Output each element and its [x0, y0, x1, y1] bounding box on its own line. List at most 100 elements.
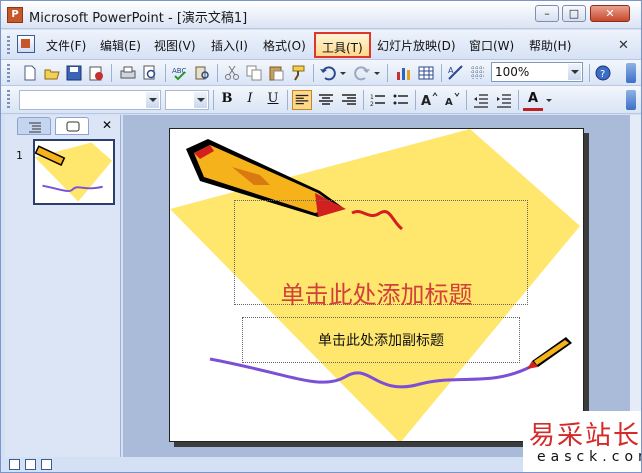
undo-icon[interactable] [319, 64, 337, 82]
menu-view[interactable]: 视图(V) [154, 37, 196, 54]
help-icon[interactable]: ? [594, 64, 612, 82]
show-grid-icon[interactable] [469, 64, 487, 82]
menu-file[interactable]: 文件(F) [46, 37, 86, 54]
toolbar-separator [589, 64, 590, 82]
font-size-dropdown-icon[interactable] [194, 92, 207, 108]
toolbar-separator [363, 90, 364, 110]
slide-editing-area: 单击此处添加标题 单击此处添加副标题 [123, 115, 641, 457]
toolbar-separator [287, 90, 288, 110]
print-icon[interactable] [119, 64, 137, 82]
watermark-cn: 易采站长站 [529, 421, 642, 451]
menubar-grip[interactable] [7, 36, 10, 54]
font-size-combobox[interactable] [165, 90, 209, 110]
window-title: Microsoft PowerPoint - [演示文稿1] [29, 11, 248, 26]
align-left-icon[interactable] [292, 90, 312, 110]
tab-outline[interactable] [17, 117, 51, 135]
spelling-icon[interactable]: ABC [171, 64, 189, 82]
outline-icon [29, 122, 41, 133]
toolbar-separator [213, 90, 214, 110]
insert-chart-icon[interactable] [395, 64, 413, 82]
maximize-button[interactable]: □ [562, 5, 586, 22]
svg-text:2: 2 [370, 101, 374, 108]
svg-text:A: A [445, 97, 453, 108]
align-center-icon[interactable] [317, 91, 335, 109]
slides-icon [66, 121, 80, 132]
svg-text:1: 1 [370, 94, 374, 101]
new-icon[interactable] [21, 64, 39, 82]
slide-number: 1 [16, 149, 23, 162]
title-bar[interactable]: P Microsoft PowerPoint - [演示文稿1] – □ ✕ [1, 1, 641, 29]
tab-slides[interactable] [55, 117, 89, 135]
open-icon[interactable] [43, 64, 61, 82]
font-name-dropdown-icon[interactable] [146, 92, 159, 108]
save-icon[interactable] [65, 64, 83, 82]
toolbar-grip[interactable] [7, 64, 10, 82]
toolbar-separator [415, 90, 416, 110]
bullets-icon[interactable] [392, 91, 410, 109]
small-pencil-icon [527, 337, 572, 369]
font-color-button[interactable]: A [523, 91, 543, 111]
slide-sorter-view-icon[interactable] [25, 459, 36, 470]
menu-edit[interactable]: 编辑(E) [100, 37, 141, 54]
document-close-icon[interactable]: ✕ [618, 38, 629, 53]
insert-diagram-icon[interactable]: A [447, 64, 465, 82]
slide-thumbnail[interactable] [33, 139, 115, 205]
pane-close-icon[interactable]: ✕ [102, 118, 112, 132]
toolbar-separator [165, 64, 166, 82]
document-menu-icon[interactable] [17, 35, 35, 53]
menu-help[interactable]: 帮助(H) [529, 37, 571, 54]
print-preview-icon[interactable] [141, 64, 159, 82]
align-right-icon[interactable] [340, 91, 358, 109]
numbering-icon[interactable]: 12 [369, 91, 387, 109]
pane-tabs: ✕ [9, 117, 119, 135]
zoom-combobox[interactable]: 100% [491, 62, 583, 82]
svg-text:A: A [448, 66, 454, 75]
menu-slideshow[interactable]: 幻灯片放映(D) [377, 37, 456, 54]
slide-subtitle-text[interactable]: 单击此处添加副标题 [243, 330, 519, 350]
toolbar-separator [111, 64, 112, 82]
decrease-font-size-icon[interactable]: A [443, 90, 461, 108]
zoom-dropdown-icon[interactable] [568, 64, 581, 80]
menu-format[interactable]: 格式(O) [263, 37, 306, 54]
underline-button[interactable]: U [263, 91, 283, 109]
italic-button[interactable]: I [240, 91, 260, 109]
toolbar-separator [217, 64, 218, 82]
formatting-toolbar: B I U 12 A A A [1, 86, 641, 114]
cut-icon[interactable] [223, 64, 241, 82]
powerpoint-app-icon[interactable]: P [7, 7, 23, 23]
permission-icon[interactable] [87, 64, 105, 82]
close-button[interactable]: ✕ [590, 5, 630, 22]
toolbar-options-icon[interactable] [626, 63, 636, 83]
menu-window[interactable]: 窗口(W) [469, 37, 514, 54]
subtitle-placeholder[interactable]: 单击此处添加副标题 [242, 317, 520, 363]
slide-title-text[interactable]: 单击此处添加标题 [170, 275, 583, 310]
slide-canvas[interactable]: 单击此处添加标题 单击此处添加副标题 [169, 128, 584, 442]
toolbar-grip[interactable] [7, 90, 10, 110]
toolbar-separator [441, 64, 442, 82]
font-color-dropdown-icon[interactable] [545, 91, 553, 109]
increase-font-size-icon[interactable]: A [420, 90, 438, 108]
menu-tools[interactable]: 工具(T) [314, 32, 371, 58]
research-icon[interactable] [193, 64, 211, 82]
toolbar-options-icon[interactable] [626, 90, 636, 110]
normal-view-icon[interactable] [9, 459, 20, 470]
copy-icon[interactable] [245, 64, 263, 82]
font-name-combobox[interactable] [19, 90, 161, 110]
toolbar-separator [313, 64, 314, 82]
decrease-indent-icon[interactable] [472, 91, 490, 109]
svg-text:?: ? [600, 69, 605, 80]
redo-dropdown-icon[interactable] [373, 64, 381, 82]
paste-icon[interactable] [267, 64, 285, 82]
minimize-button[interactable]: – [535, 5, 559, 22]
format-painter-icon[interactable] [289, 64, 307, 82]
redo-icon[interactable] [353, 64, 371, 82]
menu-insert[interactable]: 插入(I) [211, 37, 248, 54]
insert-table-icon[interactable] [417, 64, 435, 82]
slideshow-view-icon[interactable] [41, 459, 52, 470]
zoom-value: 100% [495, 65, 530, 79]
thumbnail-preview [35, 142, 113, 202]
vertical-scrollbar[interactable] [630, 115, 641, 457]
undo-dropdown-icon[interactable] [339, 64, 347, 82]
increase-indent-icon[interactable] [495, 91, 513, 109]
bold-button[interactable]: B [217, 91, 237, 109]
